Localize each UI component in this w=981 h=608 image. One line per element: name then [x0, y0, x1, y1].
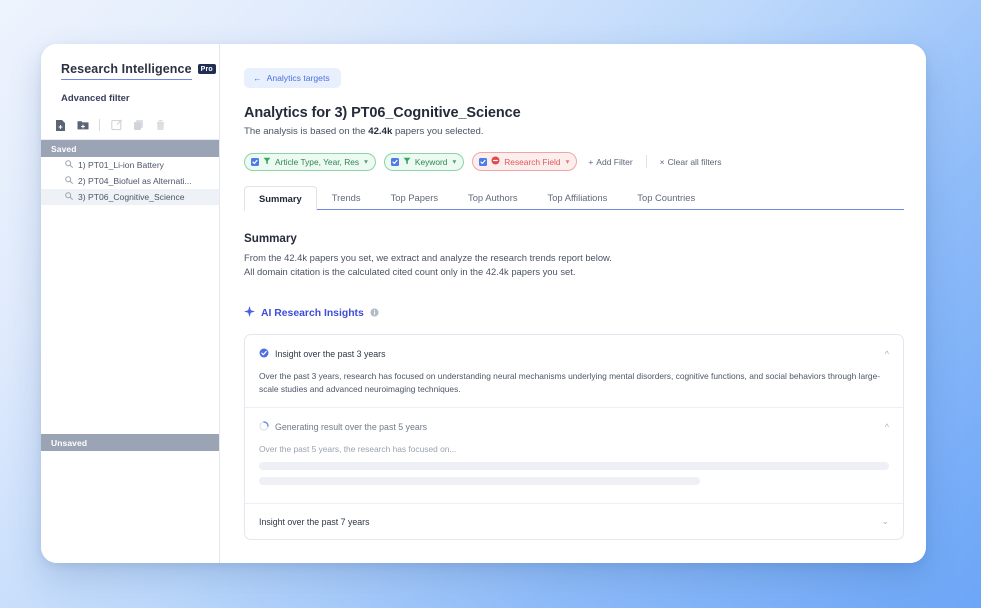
ai-insights-header: AI Research Insights: [244, 304, 904, 322]
paper-count: 42.4k: [368, 126, 392, 137]
filter-chip-label: Research Field: [504, 157, 560, 167]
sidebar: Research Intelligence Pro « Advanced fil…: [41, 44, 220, 563]
funnel-icon: [263, 157, 271, 167]
insight-body: Over the past 5 years, the research has …: [259, 443, 889, 462]
add-folder-icon[interactable]: [76, 118, 89, 132]
page-subtitle: The analysis is based on the 42.4k paper…: [244, 126, 904, 137]
tab-top-authors[interactable]: Top Authors: [453, 185, 533, 209]
list-item-label: 3) PT06_Cognitive_Science: [78, 192, 185, 202]
skeleton-bar: [259, 477, 700, 485]
list-item[interactable]: 1) PT01_Li-ion Battery: [41, 157, 219, 173]
filter-chip-research-field[interactable]: Research Field ▾: [472, 152, 577, 171]
spinner-icon: [259, 418, 269, 436]
sidebar-spacer: [41, 205, 219, 434]
add-filter-button[interactable]: + Add Filter: [585, 155, 635, 169]
arrow-left-icon: ←: [253, 73, 262, 83]
filter-chip-label: Article Type, Year, Res: [275, 157, 359, 167]
page-title: Analytics for 3) PT06_Cognitive_Science: [244, 105, 904, 121]
funnel-icon: [403, 157, 411, 167]
add-file-icon[interactable]: [54, 118, 67, 132]
insight-title: Generating result over the past 5 years: [275, 422, 879, 432]
chevron-down-icon[interactable]: ▾: [452, 157, 456, 166]
edit-icon: [110, 118, 123, 132]
pro-badge: Pro: [198, 64, 216, 74]
filter-chip-label: Keyword: [415, 157, 448, 167]
app-window: Research Intelligence Pro « Advanced fil…: [41, 44, 926, 563]
insight-header[interactable]: Insight over the past 7 years ⌄: [259, 516, 889, 527]
list-item[interactable]: 2) PT04_Biofuel as Alternati...: [41, 173, 219, 189]
sparkle-icon: [244, 304, 255, 322]
insight-body: Over the past 3 years, research has focu…: [259, 370, 889, 407]
tab-bar: Summary Trends Top Papers Top Authors To…: [244, 184, 904, 210]
skeleton-bar: [259, 462, 889, 470]
summary-line-1: From the 42.4k papers you set, we extrac…: [244, 252, 904, 263]
search-icon: [65, 160, 73, 170]
filter-chip-article-type[interactable]: Article Type, Year, Res ▾: [244, 153, 376, 171]
back-button-label: Analytics targets: [267, 73, 330, 83]
summary-line-2: All domain citation is the calculated ci…: [244, 266, 904, 277]
main-content: ← Analytics targets Analytics for 3) PT0…: [220, 44, 926, 563]
checkbox-checked-icon[interactable]: [479, 158, 487, 166]
tab-trends[interactable]: Trends: [317, 185, 376, 209]
ai-insights-card: Insight over the past 3 years ^ Over the…: [244, 334, 904, 540]
filter-chips-row: Article Type, Year, Res ▾ Keyword ▾: [244, 152, 904, 171]
check-circle-icon: [259, 345, 269, 363]
trash-icon: [154, 118, 167, 132]
back-to-analytics-targets-button[interactable]: ← Analytics targets: [244, 68, 341, 88]
chevron-up-icon[interactable]: ^: [885, 422, 889, 432]
chips-divider: [646, 155, 647, 168]
close-icon: ×: [660, 157, 665, 167]
chevron-down-icon[interactable]: ▾: [364, 157, 368, 166]
chevron-down-icon[interactable]: ⌄: [881, 516, 889, 527]
advanced-filter-label: Advanced filter: [41, 85, 219, 114]
toolbar-divider: [99, 119, 100, 131]
saved-list: 1) PT01_Li-ion Battery 2) PT04_Biofuel a…: [41, 157, 219, 205]
insight-title: Insight over the past 3 years: [275, 349, 879, 359]
tab-summary[interactable]: Summary: [244, 186, 317, 211]
insight-header[interactable]: Generating result over the past 5 years …: [259, 418, 889, 436]
sidebar-toolbar: [41, 114, 219, 140]
clear-all-filters-label: Clear all filters: [668, 157, 722, 167]
tab-top-papers[interactable]: Top Papers: [376, 185, 453, 209]
list-item-label: 2) PT04_Biofuel as Alternati...: [78, 176, 192, 186]
plus-icon: +: [588, 157, 593, 167]
chevron-down-icon[interactable]: ▾: [566, 157, 570, 166]
sidebar-group-saved: Saved: [41, 140, 219, 157]
checkbox-checked-icon[interactable]: [391, 158, 399, 166]
copy-icon: [132, 118, 145, 132]
insight-item-5-years: Generating result over the past 5 years …: [245, 408, 903, 503]
ai-insights-title: AI Research Insights: [261, 308, 364, 319]
tab-top-countries[interactable]: Top Countries: [622, 185, 710, 209]
list-item-selected[interactable]: 3) PT06_Cognitive_Science: [41, 189, 219, 205]
insight-item-7-years: Insight over the past 7 years ⌄: [245, 504, 903, 539]
insight-title: Insight over the past 7 years: [259, 517, 875, 527]
insight-item-3-years: Insight over the past 3 years ^ Over the…: [245, 335, 903, 407]
search-icon: [65, 176, 73, 186]
add-filter-label: Add Filter: [596, 157, 632, 167]
clear-all-filters-button[interactable]: × Clear all filters: [657, 155, 725, 169]
insight-skeleton: [259, 462, 889, 503]
block-circle-icon: [491, 156, 500, 167]
sidebar-group-unsaved: Unsaved: [41, 434, 219, 451]
tab-top-affiliations[interactable]: Top Affiliations: [533, 185, 623, 209]
insight-header[interactable]: Insight over the past 3 years ^: [259, 345, 889, 363]
search-icon: [65, 192, 73, 202]
subtitle-pre: The analysis is based on the: [244, 126, 368, 137]
info-icon[interactable]: [370, 304, 379, 322]
sidebar-brand: Research Intelligence Pro «: [41, 44, 219, 85]
list-item-label: 1) PT01_Li-ion Battery: [78, 160, 164, 170]
subtitle-post: papers you selected.: [392, 126, 483, 137]
chevron-up-icon[interactable]: ^: [885, 349, 889, 359]
unsaved-list: [41, 451, 219, 563]
summary-heading: Summary: [244, 232, 904, 245]
app-title: Research Intelligence: [61, 62, 192, 80]
filter-chip-keyword[interactable]: Keyword ▾: [384, 153, 464, 171]
checkbox-checked-icon[interactable]: [251, 158, 259, 166]
